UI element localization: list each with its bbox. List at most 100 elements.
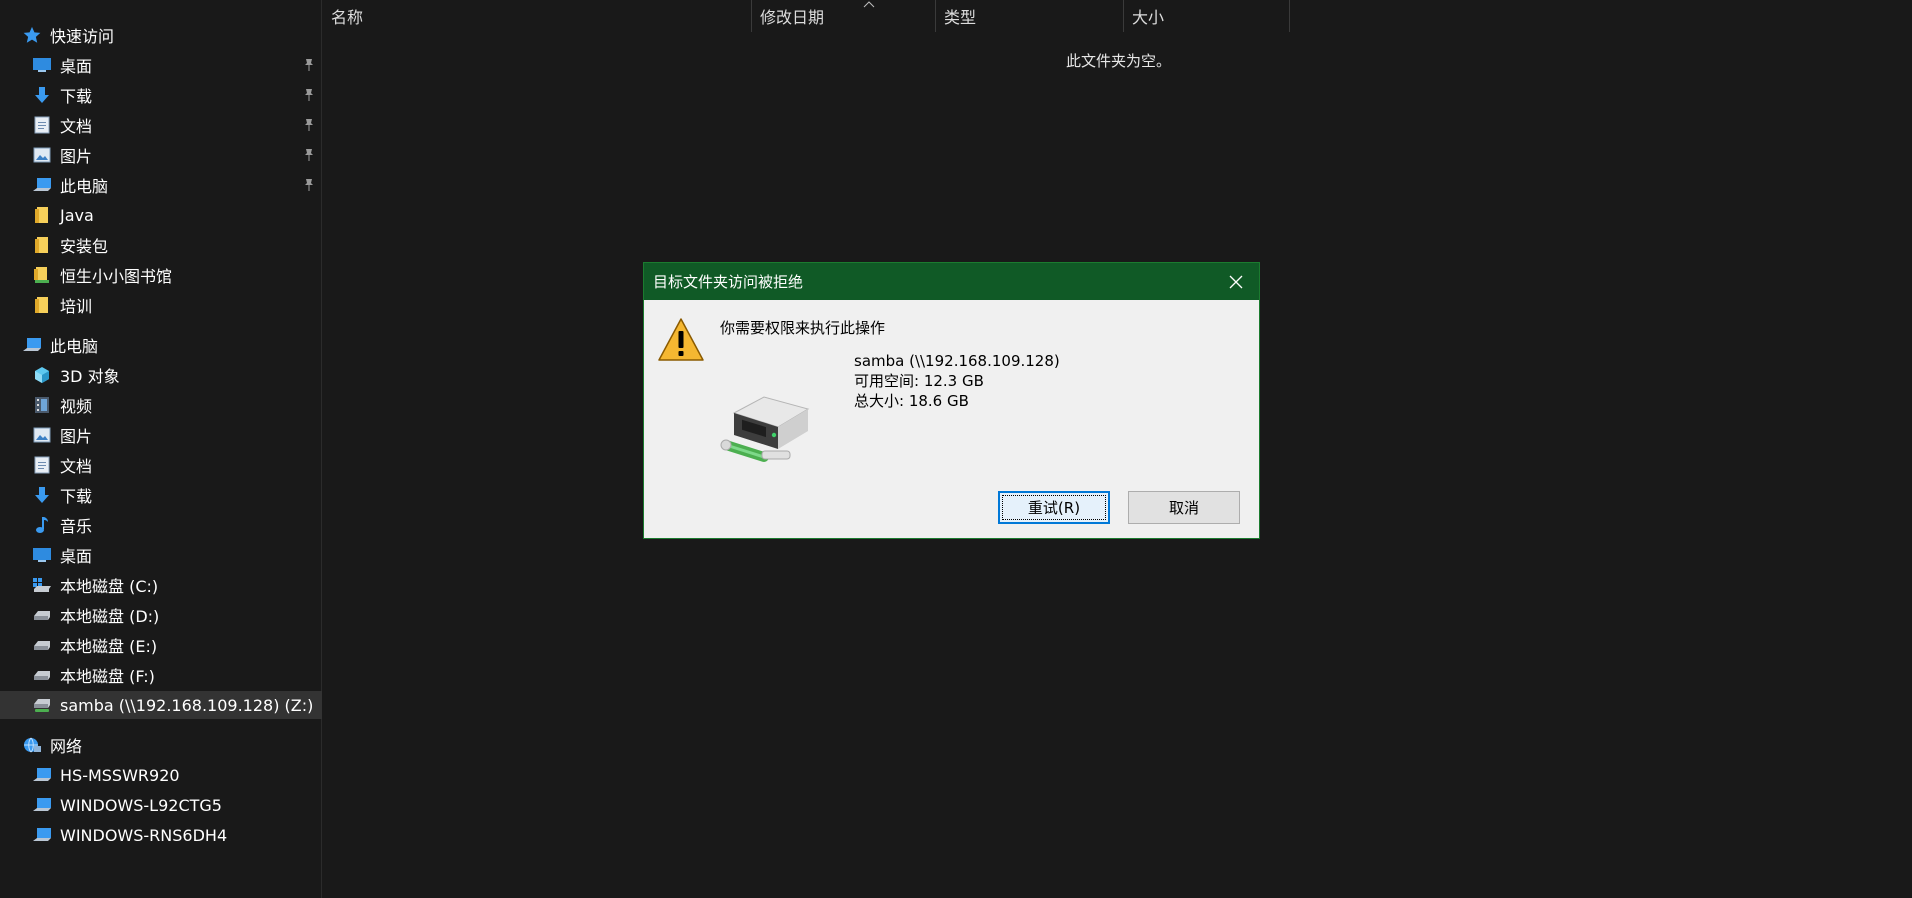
pin-icon[interactable] — [302, 87, 316, 103]
nav-network[interactable]: 网络 — [0, 731, 322, 759]
close-button[interactable] — [1213, 263, 1259, 300]
nav-item-desktop-pc[interactable]: 桌面 — [0, 541, 322, 569]
column-header-bar: 名称 修改日期 类型 大小 — [323, 0, 1290, 32]
system-drive-icon — [32, 575, 52, 595]
document-icon — [32, 115, 52, 135]
nav-label: 文档 — [60, 117, 93, 136]
access-denied-dialog: 目标文件夹访问被拒绝 你需要权限来执行此操作 samba (\\192.168.… — [643, 262, 1260, 539]
document-icon — [32, 455, 52, 475]
pictures-icon — [32, 145, 52, 165]
nav-label: 恒生小小图书馆 — [60, 267, 173, 286]
video-icon — [32, 395, 52, 415]
folder-icon — [32, 235, 52, 255]
computer-icon — [32, 175, 52, 195]
empty-folder-message: 此文件夹为空。 — [1066, 52, 1172, 70]
nav-quick-access[interactable]: 快速访问 — [0, 21, 322, 49]
drive-info: samba (\\192.168.109.128) 可用空间: 12.3 GB … — [854, 351, 1060, 411]
drive-icon — [32, 605, 52, 625]
nav-item-network-computer[interactable]: WINDOWS-L92CTG5 — [0, 791, 322, 819]
retry-button[interactable]: 重试(R) — [998, 491, 1110, 524]
cancel-button[interactable]: 取消 — [1128, 491, 1240, 524]
nav-item-pictures-pc[interactable]: 图片 — [0, 421, 322, 449]
star-icon — [22, 25, 42, 45]
nav-item-network-computer[interactable]: WINDOWS-RNS6DH4 — [0, 821, 322, 849]
dialog-message: 你需要权限来执行此操作 — [720, 319, 886, 337]
nav-item-documents[interactable]: 文档 — [0, 111, 322, 139]
nav-label: HS-MSSWR920 — [60, 765, 180, 785]
computer-icon — [22, 335, 42, 355]
download-icon — [32, 485, 52, 505]
column-divider[interactable] — [1289, 0, 1290, 32]
nav-label: 视频 — [60, 397, 93, 416]
pin-icon[interactable] — [302, 177, 316, 193]
nav-item-downloads-pc[interactable]: 下载 — [0, 481, 322, 509]
computer-icon — [32, 825, 52, 845]
3d-objects-icon — [32, 365, 52, 385]
nav-item-library[interactable]: 恒生小小图书馆 — [0, 261, 322, 289]
pin-icon[interactable] — [302, 147, 316, 163]
cancel-button-label: 取消 — [1168, 499, 1199, 517]
nav-label: Java — [60, 205, 94, 225]
nav-item-desktop[interactable]: 桌面 — [0, 51, 322, 79]
focus-ring — [1002, 495, 1106, 520]
drive-icon — [32, 635, 52, 655]
nav-item-drive-f[interactable]: 本地磁盘 (F:) — [0, 661, 322, 689]
network-drive-image — [720, 396, 810, 462]
nav-network-label: 网络 — [50, 737, 83, 756]
total-size: 总大小: 18.6 GB — [854, 392, 969, 410]
dialog-title: 目标文件夹访问被拒绝 — [653, 273, 804, 291]
column-type[interactable]: 类型 — [936, 0, 1123, 32]
nav-this-pc-label: 此电脑 — [50, 337, 99, 356]
nav-label: 3D 对象 — [60, 367, 120, 386]
nav-item-downloads[interactable]: 下载 — [0, 81, 322, 109]
nav-item-music[interactable]: 音乐 — [0, 511, 322, 539]
network-icon — [22, 735, 42, 755]
nav-label: 培训 — [60, 297, 93, 316]
column-name[interactable]: 名称 — [323, 0, 751, 32]
dialog-titlebar[interactable]: 目标文件夹访问被拒绝 — [644, 263, 1259, 300]
nav-label: 本地磁盘 (C:) — [60, 577, 159, 596]
nav-this-pc[interactable]: 此电脑 — [0, 331, 322, 359]
nav-label: WINDOWS-RNS6DH4 — [60, 825, 228, 845]
desktop-icon — [32, 55, 52, 75]
nav-label: 安装包 — [60, 237, 109, 256]
pin-icon[interactable] — [302, 117, 316, 133]
warning-icon — [658, 318, 704, 361]
nav-item-3d-objects[interactable]: 3D 对象 — [0, 361, 322, 389]
nav-item-drive-c[interactable]: 本地磁盘 (C:) — [0, 571, 322, 599]
desktop-icon — [32, 545, 52, 565]
computer-icon — [32, 765, 52, 785]
nav-label: 桌面 — [60, 547, 93, 566]
navigation-pane: 快速访问 桌面 下载 文档 图片 此电脑 Java 安装包 恒生小小图书馆 培训… — [0, 0, 322, 898]
nav-item-pictures[interactable]: 图片 — [0, 141, 322, 169]
nav-item-samba-drive[interactable]: samba (\\192.168.109.128) (Z:) — [0, 691, 322, 719]
nav-label: 此电脑 — [60, 177, 109, 196]
nav-label: WINDOWS-L92CTG5 — [60, 795, 222, 815]
music-icon — [32, 515, 52, 535]
nav-label: 本地磁盘 (D:) — [60, 607, 160, 626]
pictures-icon — [32, 425, 52, 445]
drive-name: samba (\\192.168.109.128) — [854, 352, 1060, 370]
close-icon — [1229, 275, 1243, 288]
nav-item-java[interactable]: Java — [0, 201, 322, 229]
nav-label: 本地磁盘 (E:) — [60, 637, 158, 656]
nav-item-drive-d[interactable]: 本地磁盘 (D:) — [0, 601, 322, 629]
nav-item-drive-e[interactable]: 本地磁盘 (E:) — [0, 631, 322, 659]
column-date-modified[interactable]: 修改日期 — [752, 0, 935, 32]
nav-label: 图片 — [60, 147, 93, 166]
nav-item-training[interactable]: 培训 — [0, 291, 322, 319]
folder-icon — [32, 205, 52, 225]
free-space: 可用空间: 12.3 GB — [854, 372, 984, 390]
nav-label: samba (\\192.168.109.128) (Z:) — [60, 695, 314, 715]
column-size[interactable]: 大小 — [1124, 0, 1249, 32]
computer-icon — [32, 795, 52, 815]
nav-item-documents-pc[interactable]: 文档 — [0, 451, 322, 479]
nav-label: 下载 — [60, 487, 93, 506]
nav-item-videos[interactable]: 视频 — [0, 391, 322, 419]
nav-label: 图片 — [60, 427, 93, 446]
nav-quick-access-label: 快速访问 — [50, 27, 115, 46]
pin-icon[interactable] — [302, 57, 316, 73]
nav-item-network-computer[interactable]: HS-MSSWR920 — [0, 761, 322, 789]
nav-item-this-pc-shortcut[interactable]: 此电脑 — [0, 171, 322, 199]
nav-item-installers[interactable]: 安装包 — [0, 231, 322, 259]
